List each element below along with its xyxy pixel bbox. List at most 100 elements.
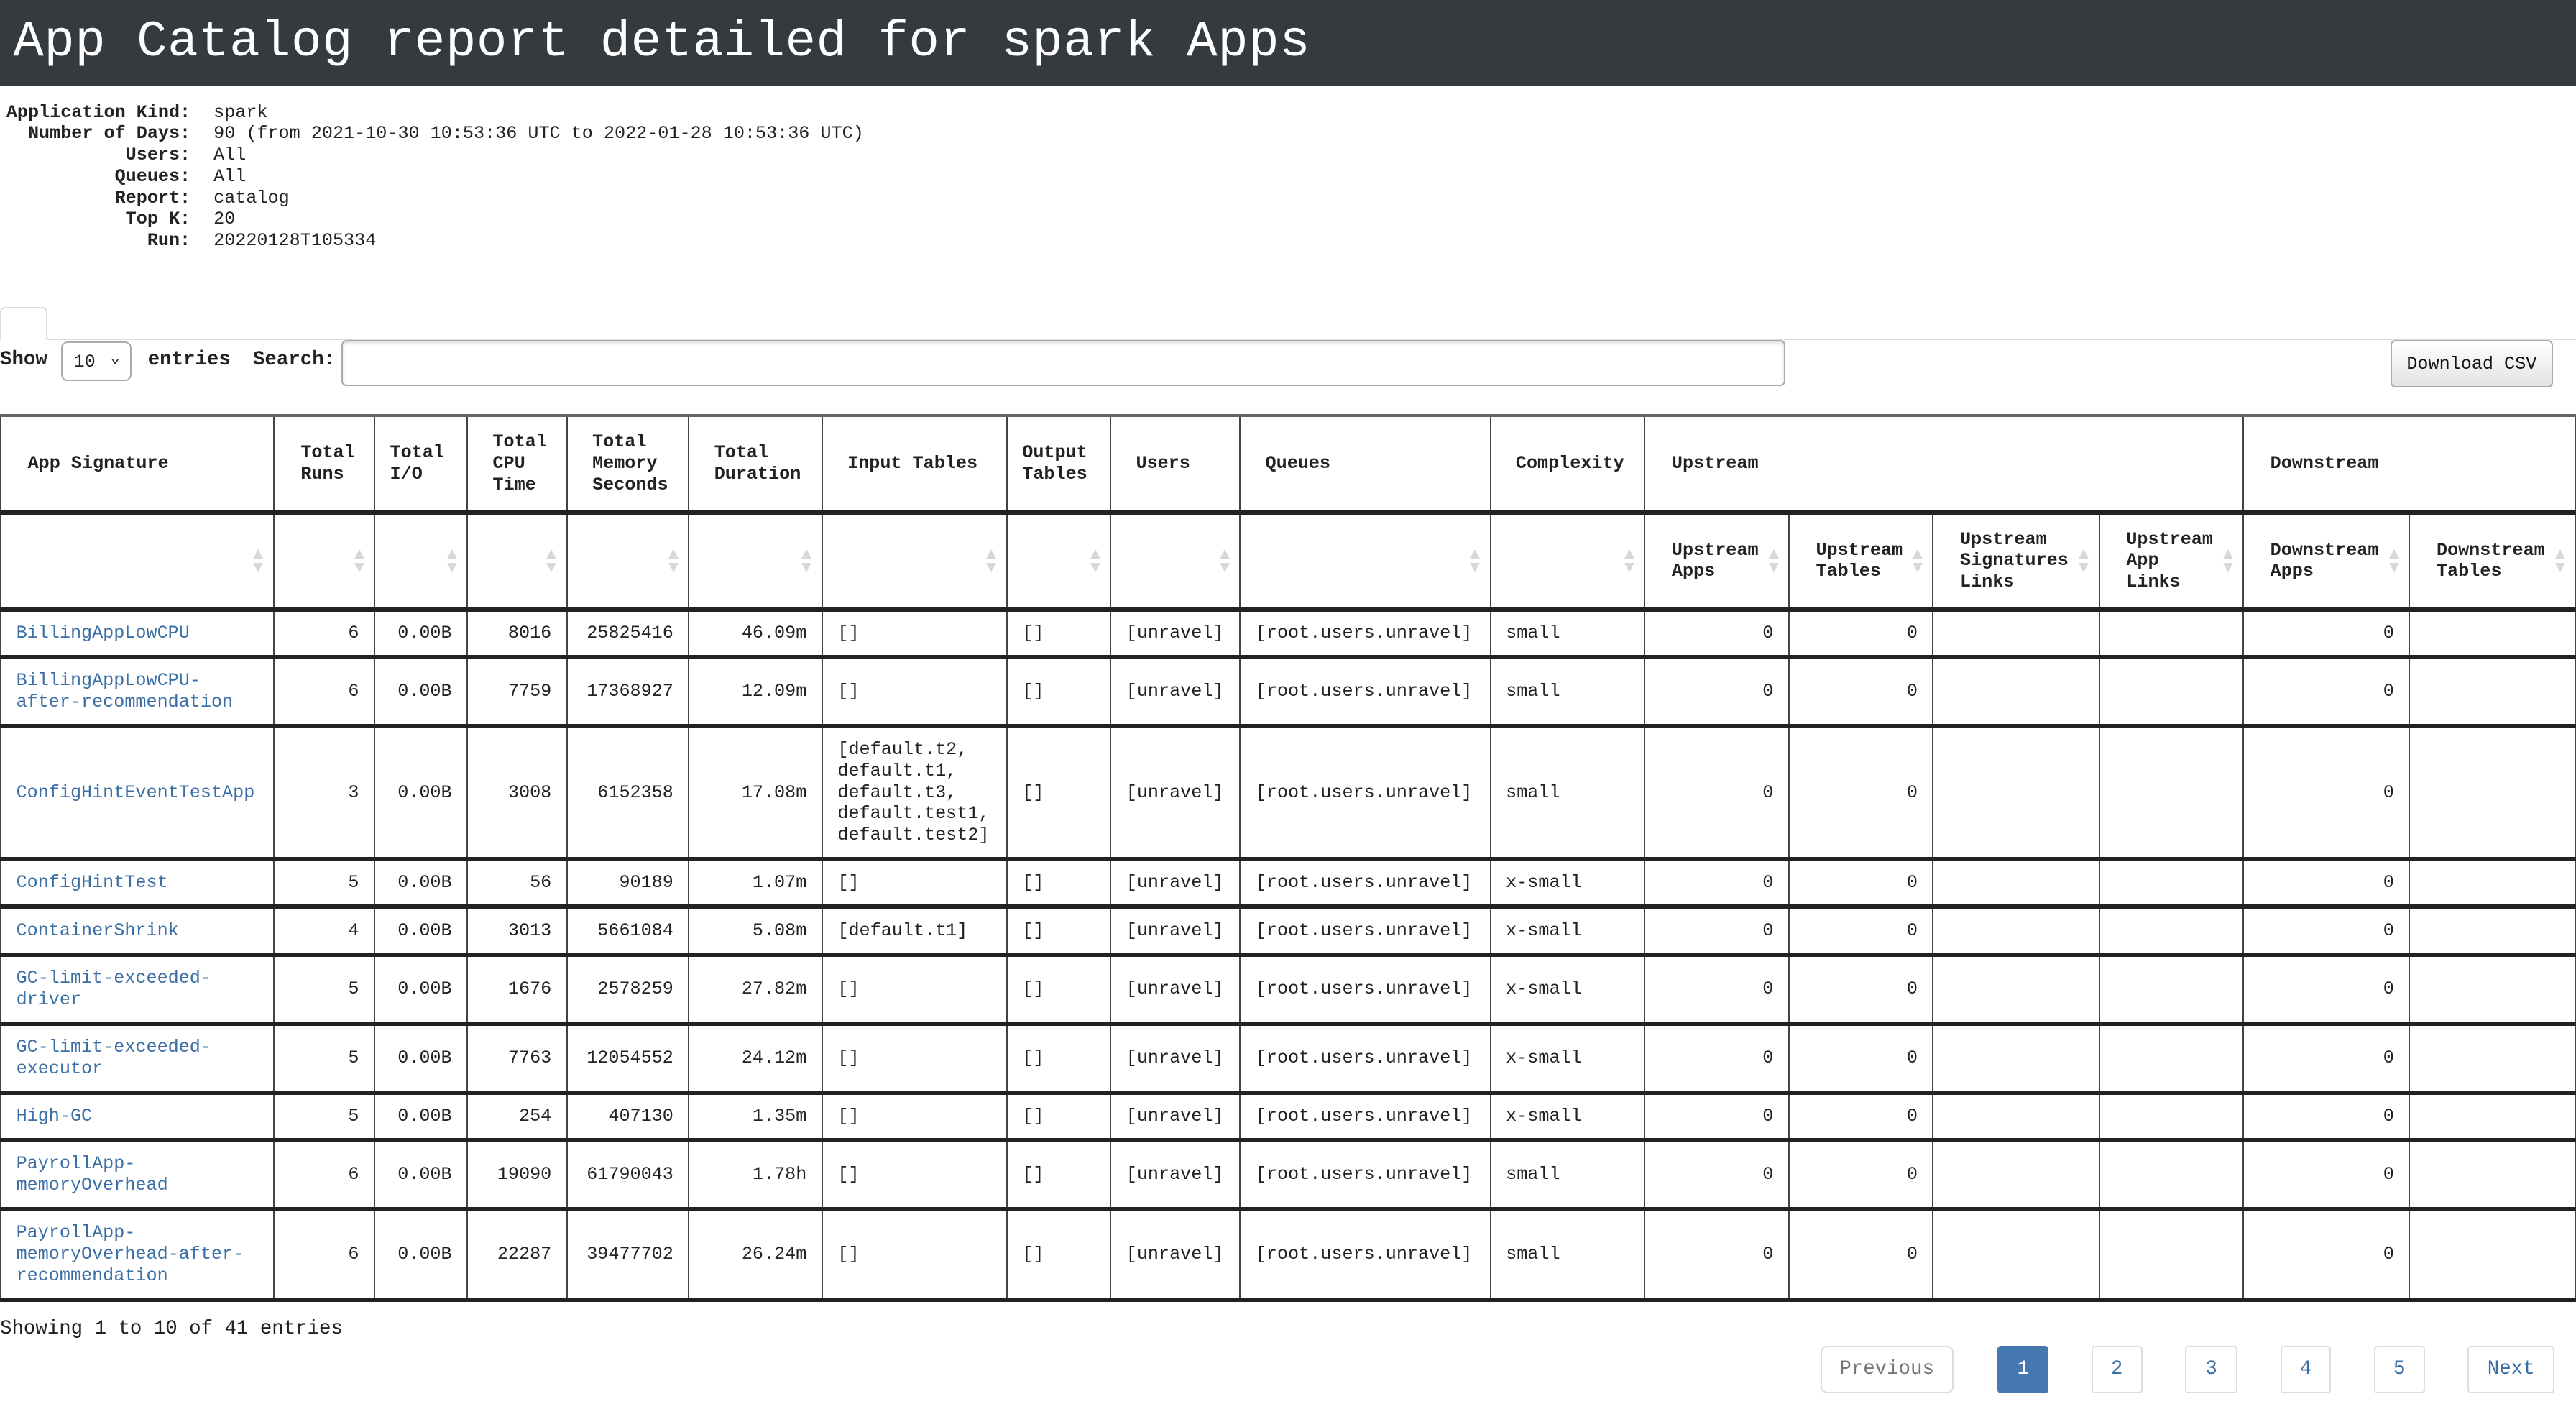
sort-total-cpu[interactable] [466,511,568,612]
cell-total-memory: 17368927 [566,656,690,728]
page-5-button[interactable]: 5 [2373,1345,2425,1394]
page-2-button[interactable]: 2 [2091,1345,2143,1394]
download-csv-button[interactable]: Download CSV [2390,340,2553,388]
cell-total-io: 0.00B [373,953,469,1026]
cell-upstream-apps: 0 [1644,725,1790,862]
cell-app-signature[interactable]: BillingAppLowCPU-after-recommendation [0,656,275,728]
cell-total-duration: 1.78h [688,1139,823,1211]
table-controls: Show 10 ⌄ entries Search: Download CSV [0,340,2576,390]
cell-upstream-apps: 0 [1644,1208,1790,1302]
cell-users: [unravel] [1110,608,1241,659]
cell-input-tables: [default.t1] [821,906,1008,957]
page-3-button[interactable]: 3 [2184,1345,2238,1394]
search-input[interactable] [341,340,1785,386]
sort-icon [986,549,998,573]
cell-total-duration: 24.12m [688,1022,823,1095]
cell-app-signature[interactable]: ConfigHintEventTestApp [0,725,275,862]
cell-users: [unravel] [1110,1022,1241,1095]
page-size-select[interactable]: 10 ⌄ [60,341,132,382]
cell-input-tables: [] [821,953,1008,1026]
sort-total-runs[interactable] [272,511,375,612]
entries-label: entries [147,348,231,371]
sort-total-duration[interactable] [688,511,823,612]
header-upstream-tables[interactable]: Upstream Tables [1788,511,1934,612]
sort-icon [2388,549,2401,573]
cell-total-io: 0.00B [373,906,469,957]
app-signature-link[interactable]: BillingAppLowCPU [17,623,190,643]
sort-icon [2079,549,2090,573]
app-signature-link[interactable]: GC-limit-exceeded-executor [17,1037,211,1079]
sort-total-io[interactable] [373,511,469,612]
sort-complexity[interactable] [1489,511,1646,612]
cell-downstream-apps: 0 [2242,725,2411,862]
header-input-tables: Input Tables [821,413,1008,515]
app-signature-link[interactable]: ConfigHintEventTestApp [17,782,255,803]
app-signature-link[interactable]: GC-limit-exceeded-driver [17,968,211,1010]
page-1-button[interactable]: 1 [1997,1345,2049,1394]
previous-button[interactable]: Previous [1820,1345,1954,1394]
cell-total-cpu: 19090 [466,1139,568,1211]
show-label: Show [0,348,47,371]
sort-app-signature[interactable] [0,511,275,612]
sort-users[interactable] [1110,511,1241,612]
cell-app-signature[interactable]: BillingAppLowCPU [0,608,275,659]
sort-icon [546,549,558,573]
cell-total-runs: 4 [272,906,375,957]
app-signature-link[interactable]: PayrollApp-memoryOverhead-after-recommen… [17,1222,244,1285]
app-signature-link[interactable]: ConfigHintTest [17,872,168,893]
table-row: ConfigHintTest 5 0.00B 56 90189 1.07m[][] [unr… [0,858,2576,909]
next-button[interactable]: Next [2467,1345,2555,1394]
tab-empty[interactable] [0,307,47,340]
header-downstream-apps[interactable]: Downstream Apps [2242,511,2411,612]
cell-total-duration: 17.08m [688,725,823,862]
cell-downstream-tables [2409,1139,2576,1211]
cell-downstream-apps: 0 [2242,1091,2411,1142]
sort-icon [1768,549,1780,573]
cell-downstream-apps: 0 [2242,906,2411,957]
cell-app-signature[interactable]: PayrollApp-memoryOverhead-after-recommen… [0,1208,275,1302]
cell-total-io: 0.00B [373,656,469,728]
cell-downstream-apps: 0 [2242,1022,2411,1095]
cell-input-tables: [default.t2, default.t1, default.t3, def… [821,725,1008,862]
header-downstream-tables[interactable]: Downstream Tables [2409,511,2576,612]
sort-input-tables[interactable] [821,511,1008,612]
cell-total-duration: 26.24m [688,1208,823,1302]
app-signature-link[interactable]: High-GC [17,1106,93,1127]
sort-total-memory[interactable] [566,511,690,612]
report-metadata: Application Kind: spark Number of Days: 90… [0,102,2576,252]
cell-app-signature[interactable]: ContainerShrink [0,906,275,957]
cell-upstream-app-links [2098,1208,2245,1302]
table-body: BillingAppLowCPU 6 0.00B 8016 25825416 46.09m… [0,608,2576,1302]
cell-output-tables: [] [1006,1139,1112,1211]
app-signature-link[interactable]: BillingAppLowCPU-after-recommendation [17,670,234,712]
cell-upstream-signatures-links [1932,656,2100,728]
header-upstream-signatures-links[interactable]: Upstream Signatures Links [1932,511,2100,612]
cell-queues: [root.users.unravel] [1239,725,1491,862]
cell-app-signature[interactable]: PayrollApp-memoryOverhead [0,1139,275,1211]
cell-app-signature[interactable]: ConfigHintTest [0,858,275,909]
cell-input-tables: [] [821,1091,1008,1142]
header-upstream-app-links[interactable]: Upstream App Links [2098,511,2245,612]
cell-app-signature[interactable]: GC-limit-exceeded-driver [0,953,275,1026]
cell-upstream-signatures-links [1932,725,2100,862]
sort-queues[interactable] [1239,511,1491,612]
cell-complexity: x-small [1489,1091,1646,1142]
cell-app-signature[interactable]: GC-limit-exceeded-executor [0,1022,275,1095]
cell-upstream-tables: 0 [1788,1139,1934,1211]
page-4-button[interactable]: 4 [2280,1345,2332,1394]
cell-downstream-apps: 0 [2242,656,2411,728]
cell-users: [unravel] [1110,1091,1241,1142]
sort-icon [2222,549,2235,573]
cell-total-io: 0.00B [373,1208,469,1302]
cell-users: [unravel] [1110,858,1241,909]
cell-input-tables: [] [821,1139,1008,1211]
app-signature-link[interactable]: ContainerShrink [17,920,179,941]
pagination: Previous 1 2 3 4 5 Next [0,1345,2576,1395]
app-signature-link[interactable]: PayrollApp-memoryOverhead [17,1153,168,1196]
sort-output-tables[interactable] [1006,511,1112,612]
cell-app-signature[interactable]: High-GC [0,1091,275,1142]
cell-input-tables: [] [821,1208,1008,1302]
header-upstream-apps[interactable]: Upstream Apps [1644,511,1790,612]
cell-upstream-signatures-links [1932,1022,2100,1095]
cell-input-tables: [] [821,1022,1008,1095]
